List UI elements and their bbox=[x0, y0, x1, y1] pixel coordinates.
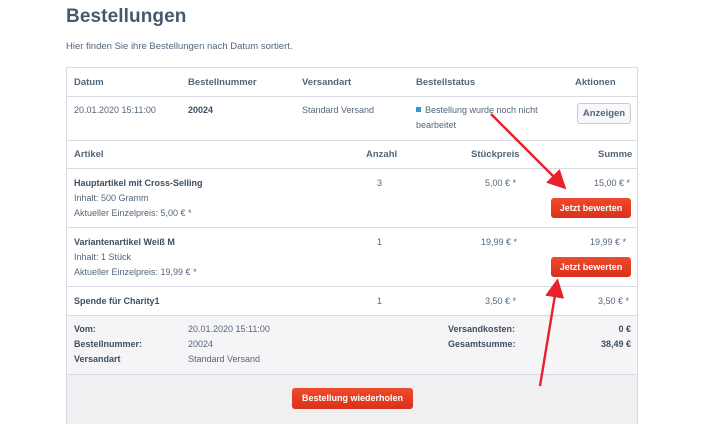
col-number-header: Bestellnummer bbox=[188, 77, 257, 88]
shipping-cost-label: Versandkosten: bbox=[448, 324, 516, 334]
col-article-header: Artikel bbox=[74, 149, 104, 160]
col-actions-header: Aktionen bbox=[575, 77, 616, 88]
divider bbox=[67, 286, 637, 287]
col-date-header: Datum bbox=[74, 77, 104, 88]
item-content: Inhalt: 1 Stück bbox=[74, 252, 132, 262]
item-current-price: Aktueller Einzelpreis: 19,99 € * bbox=[74, 267, 197, 277]
divider bbox=[67, 96, 637, 97]
item-current-price: Aktueller Einzelpreis: 5,00 € * bbox=[74, 208, 192, 218]
item-name: Variantenartikel Weiß M bbox=[74, 237, 175, 247]
item-sum: 15,00 € * bbox=[594, 178, 631, 188]
divider bbox=[67, 227, 637, 228]
item-name: Hauptartikel mit Cross-Selling bbox=[74, 178, 203, 188]
summary-shipping-value: Standard Versand bbox=[188, 354, 261, 364]
item-content: Inhalt: 500 Gramm bbox=[74, 193, 149, 203]
total-label: Gesamtsumme: bbox=[448, 339, 516, 349]
divider bbox=[67, 140, 637, 141]
col-status-header: Bestellstatus bbox=[416, 77, 476, 88]
col-sum-header: Summe bbox=[598, 149, 633, 160]
item-sum: 3,50 € * bbox=[598, 296, 630, 306]
summary-shipping-label: Versandart bbox=[74, 354, 121, 364]
item-qty: 1 bbox=[377, 296, 383, 306]
item-unit-price: 3,50 € * bbox=[485, 296, 517, 306]
order-status-line1: Bestellung wurde noch nicht bbox=[425, 105, 538, 115]
shipping-cost-value: 0 € bbox=[618, 324, 631, 334]
page-subtitle: Hier finden Sie ihre Bestellungen nach D… bbox=[66, 41, 293, 52]
summary-from-value: 20.01.2020 15:11:00 bbox=[188, 324, 270, 334]
item-sum: 19,99 € * bbox=[590, 237, 627, 247]
order-date: 20.01.2020 15:11:00 bbox=[74, 105, 156, 115]
summary-number-value: 20024 bbox=[188, 339, 214, 349]
show-order-button[interactable]: Anzeigen bbox=[577, 103, 631, 124]
page-title: Bestellungen bbox=[66, 6, 187, 27]
order-summary: Vom: 20.01.2020 15:11:00 Bestellnummer: … bbox=[67, 316, 637, 374]
order-number: 20024 bbox=[188, 105, 214, 115]
col-shipping-header: Versandart bbox=[302, 77, 352, 88]
total-value: 38,49 € bbox=[600, 339, 631, 349]
item-qty: 1 bbox=[377, 237, 383, 247]
col-qty-header: Anzahl bbox=[366, 149, 398, 160]
status-indicator-icon bbox=[416, 107, 421, 112]
item-unit-price: 19,99 € * bbox=[481, 237, 518, 247]
summary-number-label: Bestellnummer: bbox=[74, 339, 143, 349]
col-unit-price-header: Stückpreis bbox=[471, 149, 520, 160]
item-qty: 3 bbox=[377, 178, 383, 188]
item-unit-price: 5,00 € * bbox=[485, 178, 517, 188]
rate-product-button[interactable]: Jetzt bewerten bbox=[551, 198, 631, 218]
item-name: Spende für Charity1 bbox=[74, 296, 160, 306]
order-panel: Datum Bestellnummer Versandart Bestellst… bbox=[66, 67, 638, 424]
order-shipping: Standard Versand bbox=[302, 105, 375, 115]
order-status: Bestellung wurde noch nicht bearbeitet bbox=[416, 103, 538, 133]
divider bbox=[67, 168, 637, 169]
order-status-line2: bearbeitet bbox=[416, 120, 457, 130]
rate-product-button[interactable]: Jetzt bewerten bbox=[551, 257, 631, 277]
repeat-order-area: Bestellung wiederholen bbox=[67, 375, 637, 424]
summary-from-label: Vom: bbox=[74, 324, 96, 334]
repeat-order-button[interactable]: Bestellung wiederholen bbox=[292, 388, 413, 409]
